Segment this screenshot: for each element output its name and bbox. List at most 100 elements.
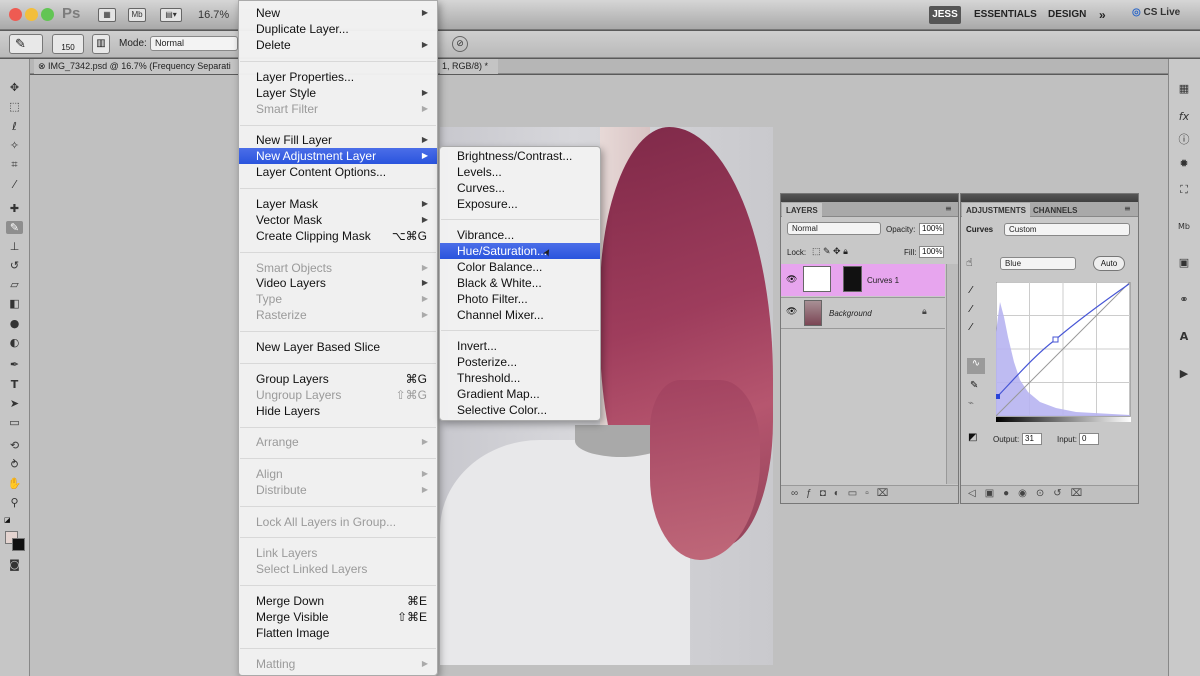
workspace-design[interactable]: DESIGN xyxy=(1048,6,1086,24)
brush-panel-toggle-icon[interactable]: ▥ xyxy=(92,34,110,54)
tool-preset-picker[interactable]: ✎ xyxy=(9,34,43,54)
layer-visibility-eye-icon[interactable]: 👁︎ xyxy=(786,275,797,285)
type-tool-icon[interactable]: T xyxy=(6,378,23,391)
submenu-item-gradient-map[interactable]: Gradient Map... xyxy=(440,386,600,402)
submenu-item-vibrance[interactable]: Vibrance... xyxy=(440,227,600,243)
workspace-essentials[interactable]: ESSENTIALS xyxy=(974,6,1037,24)
launch-bridge-icon[interactable]: ▦ xyxy=(98,8,116,22)
eyedropper-tool-icon[interactable]: ⁄ xyxy=(6,178,23,191)
submenu-item-hue-saturation[interactable]: Hue/Saturation... ➤ xyxy=(440,243,600,259)
targeted-adjustment-icon[interactable]: ☝ xyxy=(966,256,973,269)
output-field[interactable]: 31 xyxy=(1022,433,1042,445)
submenu-item-color-balance[interactable]: Color Balance... xyxy=(440,259,600,275)
adjustments-footer-icons[interactable]: ◁▣●◉⊙↺⌧ xyxy=(968,488,1091,499)
white-point-eyedropper-icon[interactable]: ⁄ xyxy=(970,322,972,333)
view-extras-icon[interactable]: ▤▾ xyxy=(160,8,182,22)
pencil-draw-curve-icon[interactable]: ✎ xyxy=(970,380,978,391)
tab-channels[interactable]: CHANNELS xyxy=(1029,203,1081,218)
mode-select[interactable]: Normal xyxy=(150,36,238,51)
menu-item-layer-content-options[interactable]: Layer Content Options... xyxy=(239,164,437,180)
menu-item-new[interactable]: New ▶ xyxy=(239,5,437,21)
submenu-item-selective-color[interactable]: Selective Color... xyxy=(440,402,600,418)
background-visibility-eye-icon[interactable]: 👁︎ xyxy=(786,307,797,317)
layers-panel-titlebar[interactable] xyxy=(781,194,958,202)
brush-size-picker[interactable]: 150 xyxy=(52,34,84,54)
move-tool-icon[interactable]: ✥ xyxy=(6,81,23,94)
animation-panel-icon[interactable]: ▶ xyxy=(1176,367,1192,381)
menu-item-vector-mask[interactable]: Vector Mask ▶ xyxy=(239,212,437,228)
adjustments-panel-titlebar[interactable] xyxy=(961,194,1138,202)
menu-item-layer-mask[interactable]: Layer Mask ▶ xyxy=(239,196,437,212)
submenu-item-threshold[interactable]: Threshold... xyxy=(440,370,600,386)
default-colors-icon[interactable]: ◪ xyxy=(4,516,12,524)
menu-item-duplicate-layer[interactable]: Duplicate Layer... xyxy=(239,21,437,37)
navigator-panel-icon[interactable]: ⛶ xyxy=(1176,183,1192,197)
menu-item-create-clipping-mask[interactable]: Create Clipping Mask ⌥⌘G xyxy=(239,228,437,244)
history-brush-tool-icon[interactable]: ↺ xyxy=(6,259,23,272)
menu-item-video-layers[interactable]: Video Layers ▶ xyxy=(239,275,437,291)
tool-presets-panel-icon[interactable]: ▣ xyxy=(1176,256,1192,270)
curves-preset-select[interactable]: Custom xyxy=(1004,223,1130,236)
tab-adjustments[interactable]: ADJUSTMENTS xyxy=(962,203,1031,218)
channel-select[interactable]: Blue xyxy=(1000,257,1076,270)
more-workspaces-button[interactable]: » xyxy=(1099,6,1106,24)
auto-button[interactable]: Auto xyxy=(1093,256,1125,271)
character-panel-icon[interactable]: A xyxy=(1176,330,1192,344)
color-panel-icon[interactable]: ✹ xyxy=(1176,157,1192,171)
background-color-swatch[interactable] xyxy=(12,538,25,551)
menu-item-group-layers[interactable]: Group Layers ⌘G xyxy=(239,371,437,387)
cs-live-button[interactable]: ◎ CS Live xyxy=(1132,7,1180,18)
tablet-pressure-icon[interactable]: ⊘ xyxy=(452,36,468,52)
submenu-item-photo-filter[interactable]: Photo Filter... xyxy=(440,291,600,307)
panel-menu-icon[interactable]: ≡ xyxy=(945,204,952,213)
menu-item-hide-layers[interactable]: Hide Layers xyxy=(239,403,437,419)
pen-tool-icon[interactable]: ✒ xyxy=(6,358,23,371)
black-point-eyedropper-icon[interactable]: ⁄ xyxy=(970,285,972,296)
smooth-curve-icon[interactable]: ⌁ xyxy=(968,398,974,409)
workspace-jess[interactable]: JESS xyxy=(929,6,961,24)
crop-tool-icon[interactable]: ⌗ xyxy=(6,158,23,171)
curves-graph[interactable] xyxy=(996,282,1131,417)
info-panel-icon[interactable]: ⓘ xyxy=(1176,133,1192,147)
submenu-item-brightness-contrast[interactable]: Brightness/Contrast... xyxy=(440,148,600,164)
clone-source-panel-icon[interactable]: ⚭ xyxy=(1176,293,1192,307)
zoom-window-button[interactable] xyxy=(41,8,54,21)
quick-mask-icon[interactable]: ◙ xyxy=(6,558,23,571)
lock-icons[interactable]: ⬚ ✎ ✥ 🔒︎ xyxy=(812,246,848,257)
minimize-window-button[interactable] xyxy=(25,8,38,21)
eraser-tool-icon[interactable]: ▱ xyxy=(6,278,23,291)
input-field[interactable]: 0 xyxy=(1079,433,1099,445)
marquee-tool-icon[interactable]: ⬚ xyxy=(6,100,23,113)
quick-selection-tool-icon[interactable]: ✧ xyxy=(6,139,23,152)
menu-item-delete[interactable]: Delete ▶ xyxy=(239,37,437,53)
submenu-item-curves[interactable]: Curves... xyxy=(440,180,600,196)
clipping-preview-icon[interactable]: ◩ xyxy=(968,432,977,443)
dodge-tool-icon[interactable]: ◐ xyxy=(6,336,23,349)
submenu-item-invert[interactable]: Invert... xyxy=(440,338,600,354)
document-tab[interactable]: ⊗ IMG_7342.psd @ 16.7% (Frequency Separa… xyxy=(34,59,239,74)
submenu-item-black-white[interactable]: Black & White... xyxy=(440,275,600,291)
fill-field[interactable]: 100% xyxy=(919,246,944,258)
actions-panel-icon[interactable]: fx xyxy=(1176,110,1192,124)
zoom-level[interactable]: 16.7% xyxy=(198,9,229,21)
menu-item-new-adjustment-layer[interactable]: New Adjustment Layer ▶ xyxy=(239,148,437,164)
tab-layers[interactable]: LAYERS xyxy=(782,203,822,218)
submenu-item-exposure[interactable]: Exposure... xyxy=(440,196,600,212)
history-panel-icon[interactable]: ▦ xyxy=(1176,82,1192,96)
opacity-field[interactable]: 100% xyxy=(919,223,944,235)
submenu-item-levels[interactable]: Levels... xyxy=(440,164,600,180)
hand-tool-icon[interactable]: ✋ xyxy=(6,477,23,490)
menu-item-merge-visible[interactable]: Merge Visible ⇧⌘E xyxy=(239,609,437,625)
blur-tool-icon[interactable]: ● xyxy=(6,317,23,330)
3d-rotate-tool-icon[interactable]: ⟲ xyxy=(6,439,23,452)
menu-item-new-fill-layer[interactable]: New Fill Layer ▶ xyxy=(239,132,437,148)
3d-orbit-tool-icon[interactable]: ⥁ xyxy=(6,458,23,471)
adjustments-menu-icon[interactable]: ≡ xyxy=(1124,204,1131,213)
close-window-button[interactable] xyxy=(9,8,22,21)
gradient-tool-icon[interactable]: ◧ xyxy=(6,297,23,310)
mini-bridge-panel-icon[interactable]: Mb xyxy=(1176,220,1192,234)
menu-item-merge-down[interactable]: Merge Down ⌘E xyxy=(239,593,437,609)
healing-brush-tool-icon[interactable]: ✚ xyxy=(6,202,23,215)
menu-item-layer-properties[interactable]: Layer Properties... xyxy=(239,69,437,85)
curve-point-tool-icon[interactable]: ∿ xyxy=(967,358,985,374)
